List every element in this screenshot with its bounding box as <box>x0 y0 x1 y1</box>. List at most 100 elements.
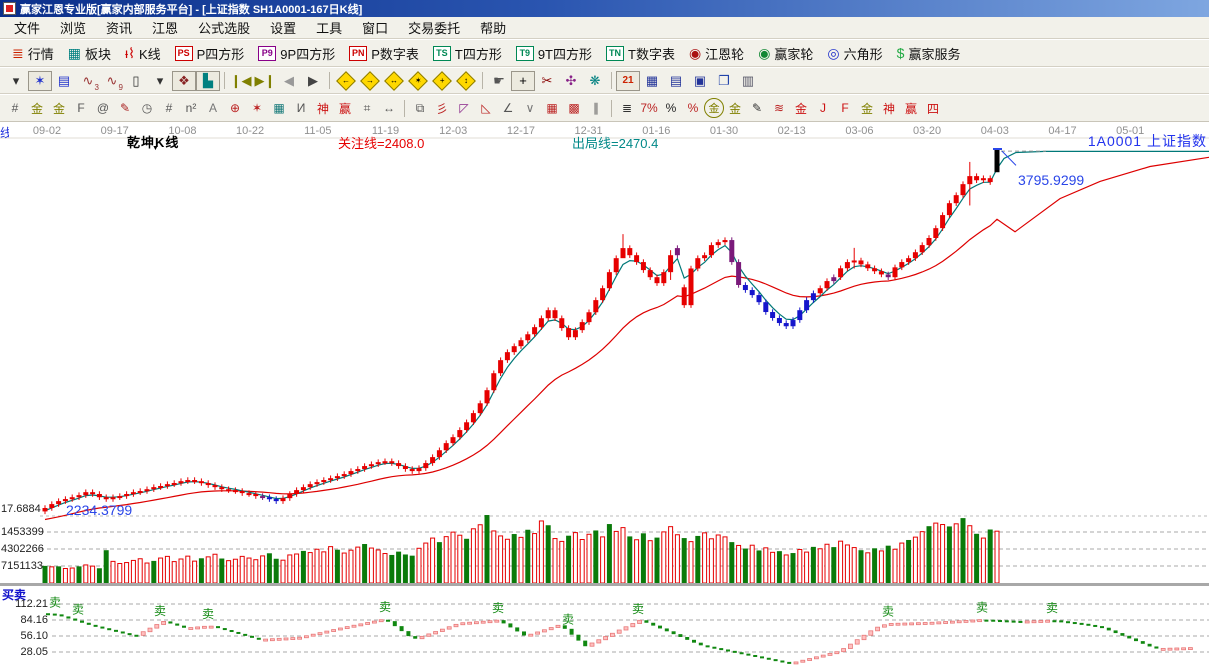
last-page-icon[interactable]: ▶❙ <box>253 71 277 91</box>
toolbar-button-winner-wheel[interactable]: ◉ 赢家轮 <box>752 42 819 65</box>
dropdown-icon[interactable]: ▾ <box>4 71 28 91</box>
diamond-left-icon[interactable]: ← <box>334 70 358 91</box>
toolbar-button-p-square[interactable]: PS P四方形 <box>169 42 251 65</box>
toolbar-button-sectors[interactable]: ▦ 板块 <box>62 42 117 65</box>
chart-canvas[interactable]: 09-02 09-17 10-08 10-22 11-05 11-19 12-03 12-17… <box>0 122 1209 670</box>
box-web-icon[interactable]: ▦ <box>268 98 290 118</box>
notes-icon[interactable]: ▤ <box>664 71 688 91</box>
parallel-icon[interactable]: ∥ <box>585 98 607 118</box>
ruler-123-icon[interactable]: ⌗ <box>356 98 378 118</box>
list-doc-icon[interactable]: ▤ <box>52 71 76 91</box>
pattern-tool-icon[interactable]: ❋ <box>583 71 607 91</box>
f-angle-icon[interactable]: F <box>834 98 856 118</box>
menu-item-江恩[interactable]: 江恩 <box>142 16 188 39</box>
fan-box-1-icon[interactable]: ◸ <box>453 98 475 118</box>
gold-circle-icon[interactable]: 金 <box>704 98 724 118</box>
toolbar-button-winner-service[interactable]: $ 赢家服务 <box>891 42 967 65</box>
gann-knot-icon[interactable]: ✶ <box>28 70 52 91</box>
diamond-right-icon[interactable]: → <box>358 70 382 91</box>
gann-tool-icon[interactable]: ✣ <box>559 71 583 91</box>
ruler-h-icon[interactable]: # <box>158 98 180 118</box>
gold-line-icon[interactable]: 金 <box>724 98 746 118</box>
menu-item-公式选股[interactable]: 公式选股 <box>188 16 260 39</box>
toolbar-button-kline[interactable]: ᵻ⌇ K线 <box>119 42 167 65</box>
windows-icon[interactable]: ❐ <box>712 71 736 91</box>
print-icon[interactable]: ▥ <box>736 71 760 91</box>
pct-triangle-icon[interactable]: 7% <box>638 98 660 118</box>
left-tab-partial[interactable]: 线 <box>0 124 9 141</box>
menu-item-交易委托[interactable]: 交易委托 <box>398 16 470 39</box>
diamond-star-icon[interactable]: ✶ <box>406 70 430 91</box>
n-mark-icon[interactable]: И <box>290 98 312 118</box>
menu-item-工具[interactable]: 工具 <box>306 16 352 39</box>
hand-tool-icon[interactable]: ☛ <box>487 71 511 91</box>
f-ruler-icon[interactable]: F <box>70 98 92 118</box>
measure-tool-icon[interactable]: ✂ <box>535 71 559 91</box>
seq-chart-icon[interactable]: ≣ <box>616 98 638 118</box>
calendar-icon[interactable]: 21 <box>616 70 640 91</box>
menu-item-文件[interactable]: 文件 <box>4 16 50 39</box>
first-page-icon[interactable]: ❙◀ <box>229 71 253 91</box>
calculator-icon[interactable]: ▦ <box>640 71 664 91</box>
percent-icon[interactable]: % <box>660 98 682 118</box>
chevron-down-icon[interactable]: ▼ <box>152 145 159 152</box>
menu-item-资讯[interactable]: 资讯 <box>96 16 142 39</box>
brush-icon[interactable]: ✎ <box>746 98 768 118</box>
toolbar-button-9t-square[interactable]: T9 9T四方形 <box>510 42 598 65</box>
toolbar-button-t-square[interactable]: TS T四方形 <box>427 42 508 65</box>
menu-item-帮助[interactable]: 帮助 <box>470 16 516 39</box>
angle-lines-icon[interactable]: ∠ <box>497 98 519 118</box>
percent-lines-icon[interactable]: % <box>682 98 704 118</box>
fan-box-2-icon[interactable]: ◺ <box>475 98 497 118</box>
mirror-icon[interactable]: A <box>202 98 224 118</box>
fan-lines-icon[interactable]: 彡 <box>431 98 453 118</box>
prev-page-icon[interactable]: ◀ <box>277 71 301 91</box>
diamond-cross-icon[interactable]: + <box>430 70 454 91</box>
gold-red-icon[interactable]: 金 <box>790 98 812 118</box>
grid-red-2-icon[interactable]: ▩ <box>563 98 585 118</box>
menu-item-浏览[interactable]: 浏览 <box>50 16 96 39</box>
chart-area[interactable]: 09-02 09-17 10-08 10-22 11-05 11-19 12-03 12-17… <box>0 122 1209 670</box>
menu-item-窗口[interactable]: 窗口 <box>352 16 398 39</box>
toolbar-button-gann-wheel[interactable]: ◉ 江恩轮 <box>683 42 750 65</box>
grid-red-1-icon[interactable]: ▦ <box>541 98 563 118</box>
wave-9-icon[interactable]: ∿ 9 <box>100 71 124 92</box>
diamond-lr-icon[interactable]: ↔ <box>382 70 406 91</box>
toolbar-button-t-table[interactable]: TN T数字表 <box>600 42 681 65</box>
spiral-icon[interactable]: @ <box>92 98 114 118</box>
menu-item-设置[interactable]: 设置 <box>260 16 306 39</box>
circle-cross-icon[interactable]: ⊕ <box>224 98 246 118</box>
shen-ruler-icon[interactable]: 神 <box>312 98 334 118</box>
j-angle-icon[interactable]: J <box>812 98 834 118</box>
gold-angle-icon[interactable]: 金 <box>856 98 878 118</box>
zigzag-icon[interactable]: ∨ <box>519 98 541 118</box>
star-web-icon[interactable]: ✶ <box>246 98 268 118</box>
time-circle-icon[interactable]: ◷ <box>136 98 158 118</box>
shen-angle-icon[interactable]: 神 <box>878 98 900 118</box>
candle-style-icon[interactable]: ▯ <box>124 71 148 91</box>
arrow-ruler-icon[interactable]: ↔ <box>378 98 400 118</box>
si-angle-icon[interactable]: 四 <box>922 98 944 118</box>
save-icon[interactable]: ▣ <box>688 71 712 91</box>
style-dropdown-icon[interactable]: ▾ <box>148 71 172 91</box>
ying-angle-icon[interactable]: 赢 <box>900 98 922 118</box>
pencil-icon[interactable]: ✎ <box>114 98 136 118</box>
next-page-icon[interactable]: ▶ <box>301 71 325 91</box>
title-bar[interactable]: 赢家江恩专业版[赢家内部服务平台] - [上证指数 SH1A0001-167日K… <box>0 0 1209 17</box>
diamond-ud-icon[interactable]: ↕ <box>454 70 478 91</box>
toolbar-button-9p-square[interactable]: P9 9P四方形 <box>252 42 341 65</box>
toolbar-button-p-table[interactable]: PN P数字表 <box>343 42 425 65</box>
wave-3-icon[interactable]: ∿ 3 <box>76 71 100 92</box>
box-tool-icon[interactable]: ⧉ <box>409 98 431 118</box>
toolbar-button-quotes[interactable]: ≣ 行情 <box>6 42 60 65</box>
toolbar-button-hexagon[interactable]: ◎ 六角形 <box>821 42 888 65</box>
volume-style-icon[interactable]: ▙ <box>196 70 220 91</box>
ruler-icon[interactable]: # <box>4 98 26 118</box>
gold-ruler-2-icon[interactable]: 金 <box>48 98 70 118</box>
gold-ruler-1-icon[interactable]: 金 <box>26 98 48 118</box>
pattern-box-icon[interactable]: ❖ <box>172 70 196 91</box>
crosshair-tool-icon[interactable]: + <box>511 70 535 91</box>
ying-ruler-icon[interactable]: 赢 <box>334 98 356 118</box>
n-squared-icon[interactable]: n² <box>180 98 202 118</box>
wave-lines-icon[interactable]: ≋ <box>768 98 790 118</box>
